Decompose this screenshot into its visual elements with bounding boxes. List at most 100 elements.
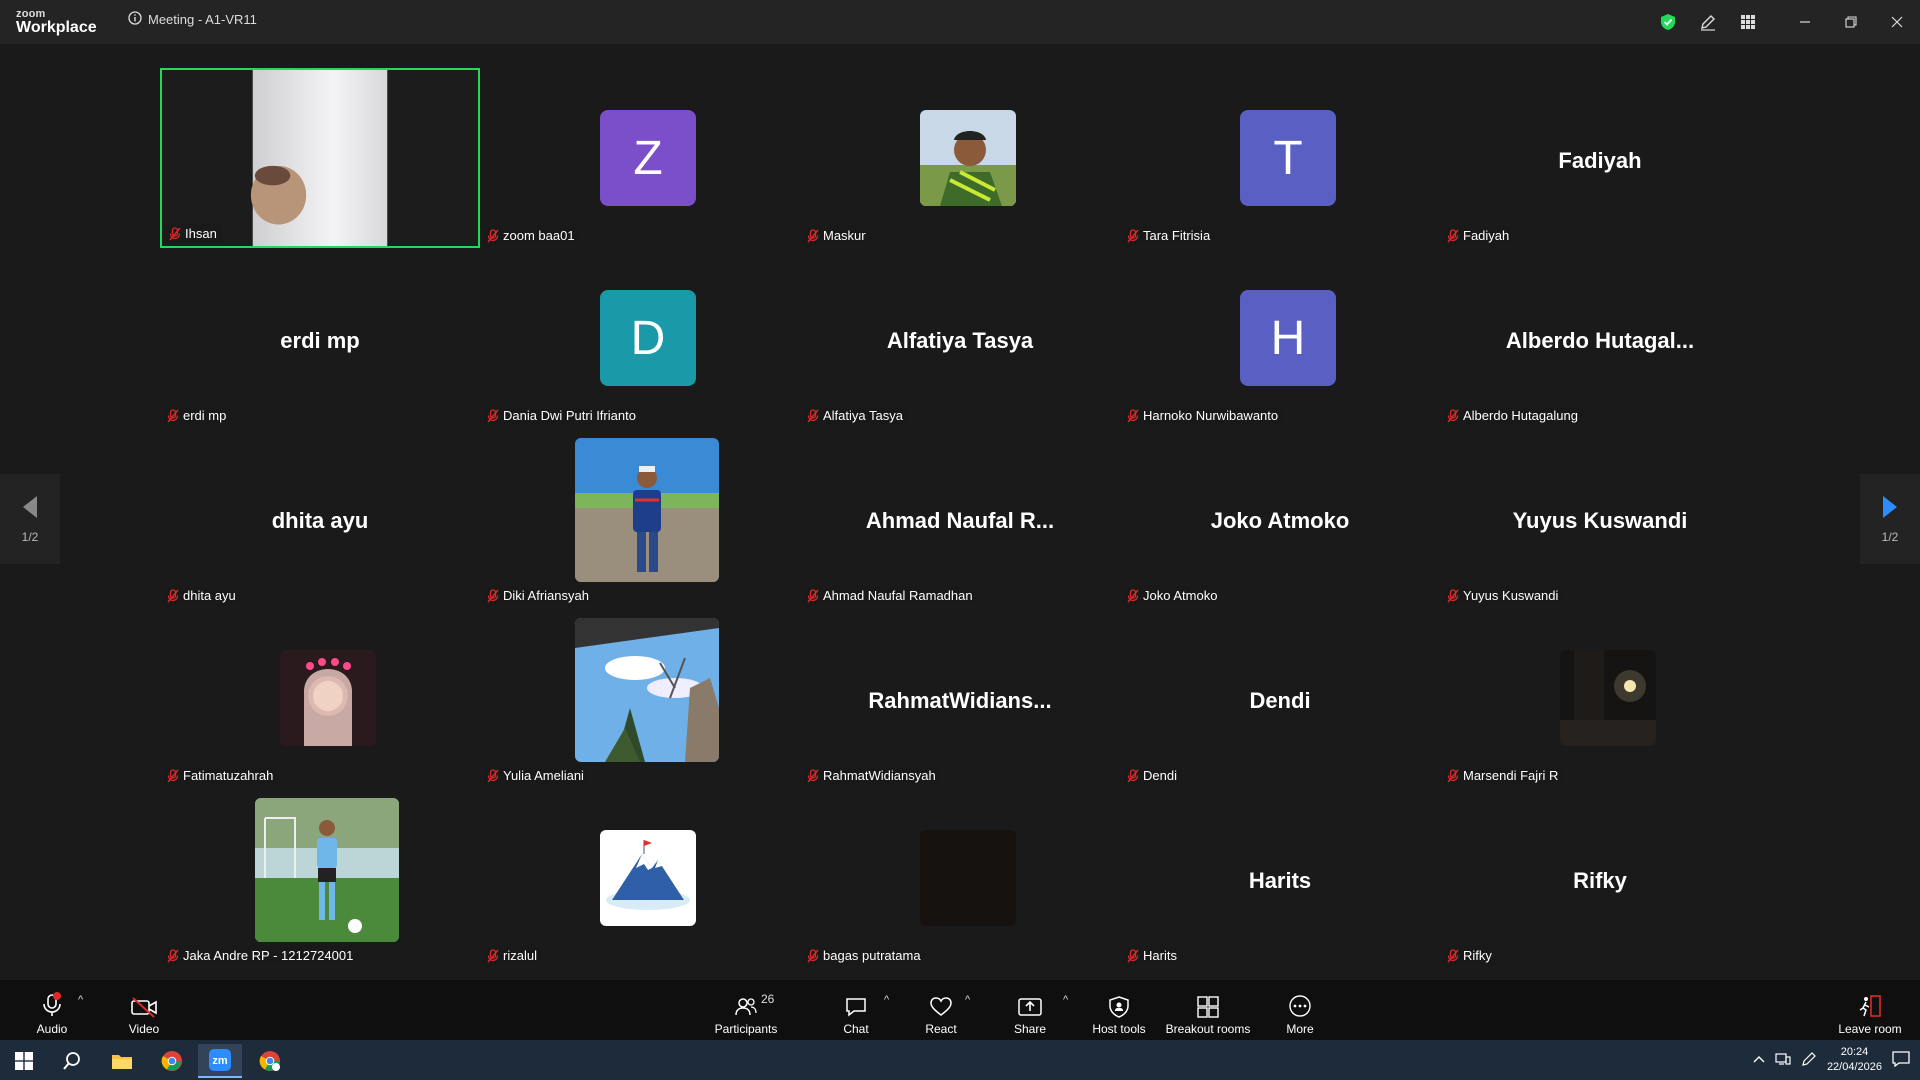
participant-tile[interactable]: dhita ayu dhita ayu bbox=[160, 428, 480, 608]
audio-options-caret[interactable]: ^ bbox=[78, 994, 83, 1006]
mic-muted-icon bbox=[1127, 588, 1139, 602]
chrome-profile-icon[interactable] bbox=[248, 1044, 292, 1078]
windows-start-icon[interactable] bbox=[2, 1044, 46, 1078]
participant-name-tag: bagas putratama bbox=[804, 946, 926, 965]
participant-photo bbox=[600, 830, 696, 926]
participant-display-name: Ahmad Naufal R... bbox=[865, 508, 1055, 533]
participant-tile[interactable]: Joko Atmoko Joko Atmoko bbox=[1120, 428, 1440, 608]
participant-display-name: erdi mp bbox=[280, 328, 360, 353]
restore-icon[interactable] bbox=[1828, 0, 1874, 44]
breakout-rooms-button[interactable]: Breakout rooms bbox=[1158, 986, 1258, 1036]
participant-tile[interactable]: Alberdo Hutagal... Alberdo Hutagalung bbox=[1440, 248, 1760, 428]
react-options-caret[interactable]: ^ bbox=[965, 994, 970, 1006]
participant-tile[interactable]: Maskur bbox=[800, 68, 1120, 248]
next-page-button[interactable]: 1/2 bbox=[1860, 474, 1920, 564]
file-explorer-icon[interactable] bbox=[100, 1044, 144, 1078]
shield-check-icon[interactable] bbox=[1648, 0, 1688, 44]
participants-label: Participants bbox=[714, 1022, 778, 1036]
participant-name: RahmatWidiansyah bbox=[823, 768, 936, 783]
apps-grid-icon[interactable] bbox=[1728, 0, 1768, 44]
mic-muted-icon bbox=[487, 408, 499, 422]
participant-tile[interactable]: Fatimatuzahrah bbox=[160, 608, 480, 788]
participant-photo bbox=[920, 830, 1016, 926]
mic-muted-icon bbox=[1127, 228, 1139, 242]
participants-icon bbox=[735, 998, 757, 1016]
participant-name: Alberdo Hutagalung bbox=[1463, 408, 1578, 423]
participant-tile[interactable]: Marsendi Fajri R bbox=[1440, 608, 1760, 788]
host-tools-button[interactable]: Host tools bbox=[1079, 986, 1159, 1036]
participant-name-tag: RahmatWidiansyah bbox=[804, 766, 941, 785]
participant-tile[interactable]: erdi mp erdi mp bbox=[160, 248, 480, 428]
participant-tile[interactable]: bagas putratama bbox=[800, 788, 1120, 968]
participant-tile[interactable]: D Dania Dwi Putri Ifrianto bbox=[480, 248, 800, 428]
participant-tile[interactable]: rizalul bbox=[480, 788, 800, 968]
participant-display-name: RahmatWidians... bbox=[868, 688, 1052, 713]
participant-photo bbox=[1560, 650, 1656, 746]
participant-tile[interactable]: Alfatiya Tasya Alfatiya Tasya bbox=[800, 248, 1120, 428]
participant-name-tag: Yuyus Kuswandi bbox=[1444, 586, 1564, 605]
participant-tile[interactable]: Fadiyah Fadiyah bbox=[1440, 68, 1760, 248]
participant-name: Ahmad Naufal Ramadhan bbox=[823, 588, 973, 603]
prev-page-button[interactable]: 1/2 bbox=[0, 474, 60, 564]
participant-tile[interactable]: Jaka Andre RP - 1212724001 bbox=[160, 788, 480, 968]
participant-name-tag: Alfatiya Tasya bbox=[804, 406, 908, 425]
share-options-caret[interactable]: ^ bbox=[1063, 994, 1068, 1006]
clock[interactable]: 20:24 22/04/2026 bbox=[1827, 1045, 1882, 1075]
participant-photo bbox=[575, 438, 719, 582]
participant-tile[interactable]: Ahmad Naufal R... Ahmad Naufal Ramadhan bbox=[800, 428, 1120, 608]
participant-photo bbox=[920, 110, 1016, 206]
more-button[interactable]: More bbox=[1260, 986, 1340, 1036]
mic-muted-icon bbox=[1127, 948, 1139, 962]
participant-name: dhita ayu bbox=[183, 588, 236, 603]
mic-muted-icon bbox=[807, 228, 819, 242]
video-label: Video bbox=[128, 1022, 160, 1036]
participant-tile[interactable]: T Tara Fitrisia bbox=[1120, 68, 1440, 248]
participant-display-name: Rifky bbox=[1573, 868, 1627, 893]
minimize-icon[interactable] bbox=[1782, 0, 1828, 44]
participant-name-tag: Fadiyah bbox=[1444, 226, 1515, 245]
participant-tile[interactable]: Yulia Ameliani bbox=[480, 608, 800, 788]
chat-options-caret[interactable]: ^ bbox=[884, 994, 889, 1006]
pen-ink-icon[interactable] bbox=[1801, 1051, 1817, 1070]
tray-chevron-up-icon[interactable] bbox=[1753, 1054, 1765, 1066]
network-icon[interactable] bbox=[1775, 1052, 1791, 1069]
participant-tile[interactable]: Ihsan bbox=[160, 68, 480, 248]
page-indicator-left: 1/2 bbox=[21, 530, 39, 544]
meeting-info[interactable]: Meeting - A1-VR11 bbox=[128, 11, 257, 28]
participant-tile[interactable]: Yuyus Kuswandi Yuyus Kuswandi bbox=[1440, 428, 1760, 608]
host-tools-label: Host tools bbox=[1092, 1022, 1146, 1036]
participant-name-tag: Diki Afriansyah bbox=[484, 586, 594, 605]
pencil-icon[interactable] bbox=[1688, 0, 1728, 44]
participant-name-tag: Jaka Andre RP - 1212724001 bbox=[164, 946, 359, 965]
mic-muted-icon bbox=[487, 768, 499, 782]
participant-display-name: Yuyus Kuswandi bbox=[1512, 508, 1688, 533]
leave-room-button[interactable]: Leave room bbox=[1830, 986, 1910, 1036]
participant-tile[interactable]: RahmatWidians... RahmatWidiansyah bbox=[800, 608, 1120, 788]
notification-icon[interactable] bbox=[1892, 1050, 1910, 1070]
participant-tile[interactable]: Dendi Dendi bbox=[1120, 608, 1440, 788]
participant-name: erdi mp bbox=[183, 408, 227, 423]
participant-avatar: Z bbox=[600, 110, 696, 206]
close-icon[interactable] bbox=[1874, 0, 1920, 44]
participant-avatar: H bbox=[1240, 290, 1336, 386]
participant-name-tag: Alberdo Hutagalung bbox=[1444, 406, 1583, 425]
participants-count: 26 bbox=[761, 992, 775, 1006]
info-icon[interactable] bbox=[128, 11, 142, 28]
mic-muted-icon bbox=[1127, 408, 1139, 422]
participant-name-tag: zoom baa01 bbox=[484, 226, 580, 245]
mic-muted-icon bbox=[487, 588, 499, 602]
search-icon[interactable] bbox=[50, 1044, 94, 1078]
svg-text:zm: zm bbox=[212, 1055, 228, 1067]
participant-tile[interactable]: H Harnoko Nurwibawanto bbox=[1120, 248, 1440, 428]
participant-tile[interactable]: Zzoom baa01 bbox=[480, 68, 800, 248]
participant-name-tag: Marsendi Fajri R bbox=[1444, 766, 1564, 785]
participant-tile[interactable]: Rifky Rifky bbox=[1440, 788, 1760, 968]
participant-name-tag: Yulia Ameliani bbox=[484, 766, 589, 785]
participant-tile[interactable]: Diki Afriansyah bbox=[480, 428, 800, 608]
share-button[interactable]: Share bbox=[990, 986, 1070, 1036]
video-button[interactable]: Video bbox=[104, 986, 184, 1036]
participant-tile[interactable]: Harits Harits bbox=[1120, 788, 1440, 968]
chrome-icon[interactable] bbox=[150, 1044, 194, 1078]
mic-muted-icon bbox=[1447, 948, 1459, 962]
zoom-taskbar-icon[interactable]: zm bbox=[198, 1044, 242, 1078]
